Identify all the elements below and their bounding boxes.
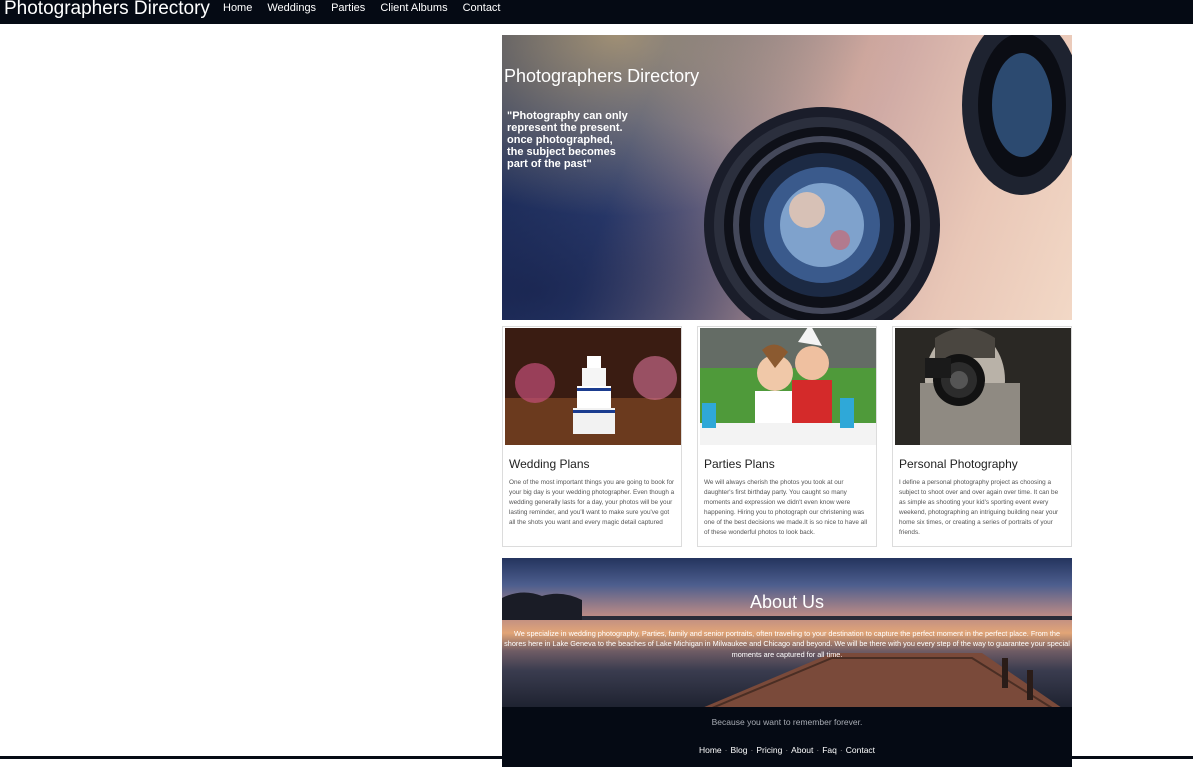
- nav-contact-link[interactable]: Contact: [463, 2, 501, 14]
- photographer-portrait-image: [895, 328, 1071, 445]
- brand-title[interactable]: Photographers Directory: [4, 0, 210, 20]
- about-text: We specialize in wedding photography, Pa…: [504, 629, 1070, 659]
- about-title: About Us: [749, 592, 825, 612]
- separator: ·: [816, 745, 820, 755]
- nav-parties-link[interactable]: Parties: [331, 2, 365, 14]
- card-description: I define a personal photography project …: [899, 479, 1059, 537]
- footer-blog-link[interactable]: Blog: [730, 745, 747, 755]
- card-description: We will always cherish the photos you to…: [704, 479, 868, 537]
- card-description: One of the most important things you are…: [509, 479, 675, 527]
- nav-client-albums-link[interactable]: Client Albums: [380, 2, 447, 14]
- footer-tagline: Because you want to remember forever.: [711, 717, 863, 727]
- nav-home-link[interactable]: Home: [223, 2, 252, 14]
- card-wedding-plans[interactable]: Wedding Plans One of the most important …: [502, 326, 682, 547]
- wedding-cake-image: [505, 328, 681, 445]
- footer-links: Home · Blog · Pricing · About · Faq · Contact: [502, 745, 1072, 755]
- footer-home-link[interactable]: Home: [699, 745, 722, 755]
- plans-cards: Wedding Plans One of the most important …: [502, 326, 1072, 547]
- card-title: Personal Photography: [899, 457, 1018, 471]
- footer-about-link[interactable]: About: [791, 745, 813, 755]
- nav-weddings-link[interactable]: Weddings: [267, 2, 316, 14]
- card-title: Wedding Plans: [509, 457, 590, 471]
- card-title: Parties Plans: [704, 457, 775, 471]
- footer-faq-link[interactable]: Faq: [822, 745, 837, 755]
- footer-contact-link[interactable]: Contact: [846, 745, 875, 755]
- about-us-section: About Us We specialize in wedding photog…: [502, 558, 1072, 708]
- separator: ·: [785, 745, 789, 755]
- card-parties-plans[interactable]: Parties Plans We will always cherish the…: [697, 326, 877, 547]
- separator: ·: [750, 745, 754, 755]
- footer-pricing-link[interactable]: Pricing: [756, 745, 782, 755]
- main-nav: Home Weddings Parties Client Albums Cont…: [223, 2, 516, 14]
- top-navbar: Photographers Directory Home Weddings Pa…: [0, 0, 1193, 24]
- main-container: Photographers Directory "Photography can…: [502, 35, 1072, 767]
- separator: ·: [724, 745, 728, 755]
- hero-quote: "Photography can only represent the pres…: [507, 110, 628, 170]
- hero-title: Photographers Directory: [504, 66, 700, 86]
- birthday-kids-image: [700, 328, 876, 445]
- hero-banner: Photographers Directory "Photography can…: [502, 35, 1072, 320]
- separator: ·: [839, 745, 843, 755]
- card-personal-photography[interactable]: Personal Photography I define a personal…: [892, 326, 1072, 547]
